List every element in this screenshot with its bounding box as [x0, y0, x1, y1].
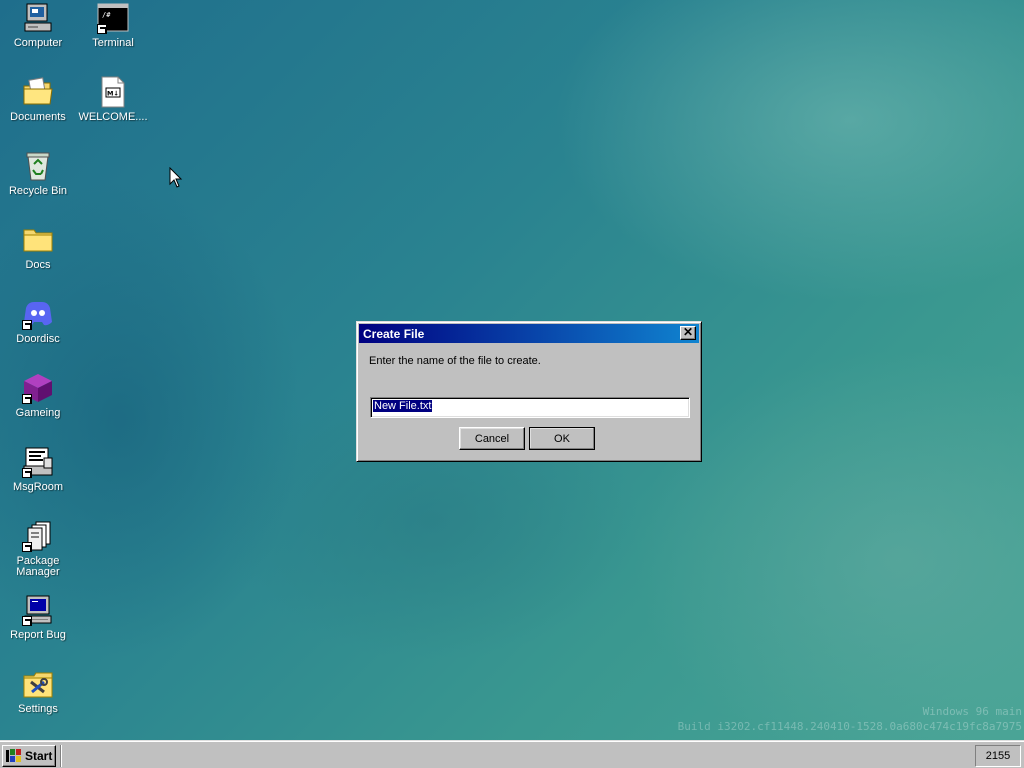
- desktop-icon-label: Recycle Bin: [8, 185, 68, 197]
- settings-icon: [22, 668, 54, 700]
- package-manager-icon: [22, 520, 54, 552]
- recycle-bin-icon: [22, 150, 54, 182]
- build-watermark: Windows 96 main Build i3202.cf11448.2404…: [678, 704, 1022, 734]
- desktop-icon-computer[interactable]: Computer: [1, 2, 75, 49]
- desktop-icon-label: Package Manager: [16, 555, 60, 578]
- system-tray[interactable]: 2155: [975, 745, 1021, 767]
- folder-icon: [22, 224, 54, 256]
- mouse-cursor-icon: [169, 166, 183, 189]
- desktop-icon-label: Settings: [18, 703, 58, 715]
- desktop-icon-welcome[interactable]: M↓ WELCOME....: [76, 76, 150, 123]
- start-label: Start: [25, 749, 53, 763]
- desktop-icon-settings[interactable]: Settings: [1, 668, 75, 715]
- computer-icon: [22, 2, 54, 34]
- desktop-icon-label: Doordisc: [16, 333, 60, 345]
- cancel-button[interactable]: Cancel: [459, 427, 525, 450]
- shortcut-arrow-icon: [22, 616, 32, 626]
- create-file-dialog: Create File ✕ Enter the name of the file…: [356, 321, 702, 462]
- desktop-icon-documents[interactable]: Documents: [1, 76, 75, 123]
- shortcut-arrow-icon: [22, 320, 32, 330]
- report-bug-icon: [22, 594, 54, 626]
- desktop-icon-label: Computer: [13, 37, 63, 49]
- desktop-icon-label: Terminal: [92, 37, 134, 49]
- desktop-icon-report-bug[interactable]: Report Bug: [1, 594, 75, 641]
- desktop-icon-label: Gameing: [15, 407, 61, 419]
- msgroom-icon: [22, 446, 54, 478]
- dialog-title: Create File: [363, 326, 425, 341]
- shortcut-arrow-icon: [22, 394, 32, 404]
- shortcut-arrow-icon: [97, 24, 107, 34]
- desktop-icon-msgroom[interactable]: MsgRoom: [1, 446, 75, 493]
- terminal-glyph: /#: [102, 11, 111, 19]
- shortcut-arrow-icon: [22, 542, 32, 552]
- close-icon: ✕: [682, 325, 694, 339]
- desktop-icon-gameing[interactable]: Gameing: [1, 372, 75, 419]
- file-name-input[interactable]: New File.txt: [370, 397, 690, 418]
- taskbar: Start 2155: [0, 740, 1024, 768]
- desktop-icon-label: Report Bug: [10, 629, 66, 641]
- desktop-icon-label: MsgRoom: [12, 481, 64, 493]
- dialog-titlebar[interactable]: Create File ✕: [359, 324, 699, 343]
- ok-button[interactable]: OK: [529, 427, 595, 450]
- file-name-value: New File.txt: [373, 400, 433, 412]
- desktop-icon-label: Docs: [25, 259, 51, 271]
- start-button[interactable]: Start: [2, 745, 56, 767]
- watermark-build: Build i3202.cf11448.240410-1528.0a680c47…: [677, 720, 1022, 733]
- documents-folder-icon: [22, 76, 54, 108]
- watermark-os-name: Windows 96 main: [922, 705, 1022, 718]
- desktop: Computer /# Terminal Documents M↓ WELCOM…: [0, 0, 1024, 740]
- desktop-icon-label: Documents: [10, 111, 66, 123]
- doordisc-icon: [22, 298, 54, 330]
- gameing-cube-icon: [22, 372, 54, 404]
- tray-clock: 2155: [985, 750, 1011, 762]
- desktop-icon-docs[interactable]: Docs: [1, 224, 75, 271]
- dialog-prompt: Enter the name of the file to create.: [369, 355, 541, 367]
- markdown-file-icon: M↓: [97, 76, 129, 108]
- shortcut-arrow-icon: [22, 468, 32, 478]
- markdown-glyph: M↓: [107, 90, 119, 98]
- desktop-icon-label: WELCOME....: [78, 111, 148, 123]
- close-button[interactable]: ✕: [680, 326, 696, 340]
- desktop-icon-terminal[interactable]: /# Terminal: [76, 2, 150, 49]
- desktop-icon-recycle-bin[interactable]: Recycle Bin: [1, 150, 75, 197]
- terminal-icon: /#: [97, 2, 129, 34]
- start-logo-icon: [6, 749, 22, 763]
- taskbar-divider: [60, 745, 62, 767]
- desktop-icon-package-manager[interactable]: Package Manager: [1, 520, 75, 578]
- desktop-icon-doordisc[interactable]: Doordisc: [1, 298, 75, 345]
